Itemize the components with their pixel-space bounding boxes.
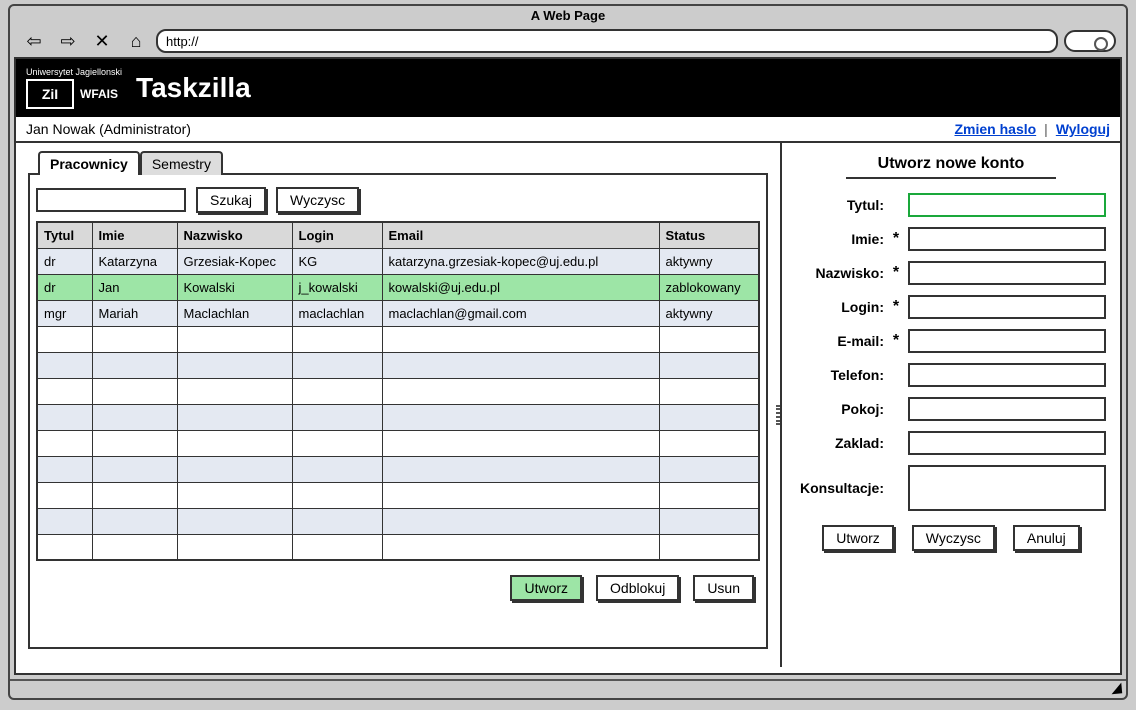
label-konsultacje: Konsultacje: — [796, 480, 884, 496]
table-row-empty — [37, 352, 759, 378]
input-nazwisko[interactable] — [908, 261, 1106, 285]
table-row[interactable]: drJanKowalskij_kowalskikowalski@uj.edu.p… — [37, 274, 759, 300]
cell-status: aktywny — [659, 300, 759, 326]
table-row[interactable]: mgrMariahMaclachlanmaclachlanmaclachlan@… — [37, 300, 759, 326]
form-title: Utworz nowe konto — [846, 155, 1056, 179]
table-row-empty — [37, 534, 759, 560]
input-email[interactable] — [908, 329, 1106, 353]
label-nazwisko: Nazwisko: — [796, 265, 884, 281]
cell-tytul: dr — [37, 274, 92, 300]
required-marker: * — [890, 298, 902, 316]
required-marker: * — [890, 264, 902, 282]
table-row-empty — [37, 404, 759, 430]
col-tytul[interactable]: Tytul — [37, 222, 92, 248]
cell-imie: Mariah — [92, 300, 177, 326]
table-row-empty — [37, 482, 759, 508]
cell-nazwisko: Kowalski — [177, 274, 292, 300]
col-imie[interactable]: Imie — [92, 222, 177, 248]
cell-nazwisko: Grzesiak-Kopec — [177, 248, 292, 274]
cell-nazwisko: Maclachlan — [177, 300, 292, 326]
table-row-empty — [37, 456, 759, 482]
logout-link[interactable]: Wyloguj — [1056, 121, 1110, 137]
label-zaklad: Zaklad: — [796, 435, 884, 451]
form-create-button[interactable]: Utworz — [822, 525, 894, 551]
table-row-empty — [37, 378, 759, 404]
cell-imie: Jan — [92, 274, 177, 300]
table-row[interactable]: drKatarzynaGrzesiak-KopecKGkatarzyna.grz… — [37, 248, 759, 274]
input-telefon[interactable] — [908, 363, 1106, 387]
faculty-label: WFAIS — [80, 87, 118, 101]
table-row-empty — [37, 430, 759, 456]
forward-icon[interactable]: ⇨ — [54, 30, 82, 52]
col-email[interactable]: Email — [382, 222, 659, 248]
cell-login: j_kowalski — [292, 274, 382, 300]
col-status[interactable]: Status — [659, 222, 759, 248]
stop-icon[interactable]: ✕ — [88, 30, 116, 52]
home-icon[interactable]: ⌂ — [122, 30, 150, 52]
resize-grip-icon[interactable]: ◢ — [1110, 679, 1122, 697]
table-unblock-button[interactable]: Odblokuj — [596, 575, 679, 601]
form-clear-button[interactable]: Wyczysc — [912, 525, 995, 551]
change-password-link[interactable]: Zmien haslo — [954, 121, 1036, 137]
cell-email: maclachlan@gmail.com — [382, 300, 659, 326]
cell-login: maclachlan — [292, 300, 382, 326]
cell-imie: Katarzyna — [92, 248, 177, 274]
cell-tytul: mgr — [37, 300, 92, 326]
input-konsultacje[interactable] — [908, 465, 1106, 511]
required-marker: * — [890, 332, 902, 350]
search-input[interactable] — [36, 188, 186, 212]
label-login: Login: — [796, 299, 884, 315]
col-login[interactable]: Login — [292, 222, 382, 248]
input-pokoj[interactable] — [908, 397, 1106, 421]
table-delete-button[interactable]: Usun — [693, 575, 754, 601]
current-user-label: Jan Nowak (Administrator) — [26, 121, 191, 137]
cell-status: zablokowany — [659, 274, 759, 300]
col-nazwisko[interactable]: Nazwisko — [177, 222, 292, 248]
tab-pracownicy[interactable]: Pracownicy — [38, 151, 140, 175]
cell-email: kowalski@uj.edu.pl — [382, 274, 659, 300]
cell-email: katarzyna.grzesiak-kopec@uj.edu.pl — [382, 248, 659, 274]
app-title: Taskzilla — [136, 72, 251, 104]
separator: | — [1044, 121, 1048, 137]
tab-semestry[interactable]: Semestry — [140, 151, 223, 175]
input-tytul[interactable] — [908, 193, 1106, 217]
label-telefon: Telefon: — [796, 367, 884, 383]
clear-search-button[interactable]: Wyczysc — [276, 187, 359, 213]
table-row-empty — [37, 508, 759, 534]
input-imie[interactable] — [908, 227, 1106, 251]
table-row-empty — [37, 326, 759, 352]
label-tytul: Tytul: — [796, 197, 884, 213]
browser-search-icon[interactable] — [1064, 30, 1116, 52]
university-label: Uniwersytet Jagiellonski — [26, 67, 122, 77]
required-marker: * — [890, 230, 902, 248]
input-zaklad[interactable] — [908, 431, 1106, 455]
browser-title: A Web Page — [10, 6, 1126, 25]
cell-tytul: dr — [37, 248, 92, 274]
logo-icon: ZiI — [26, 79, 74, 109]
splitter-handle[interactable] — [776, 405, 780, 425]
cell-login: KG — [292, 248, 382, 274]
form-cancel-button[interactable]: Anuluj — [1013, 525, 1080, 551]
employees-table: Tytul Imie Nazwisko Login Email Status d… — [36, 221, 760, 561]
search-button[interactable]: Szukaj — [196, 187, 266, 213]
table-create-button[interactable]: Utworz — [510, 575, 582, 601]
label-email: E-mail: — [796, 333, 884, 349]
input-login[interactable] — [908, 295, 1106, 319]
back-icon[interactable]: ⇦ — [20, 30, 48, 52]
label-pokoj: Pokoj: — [796, 401, 884, 417]
label-imie: Imie: — [796, 231, 884, 247]
url-input[interactable]: http:// — [156, 29, 1058, 53]
cell-status: aktywny — [659, 248, 759, 274]
